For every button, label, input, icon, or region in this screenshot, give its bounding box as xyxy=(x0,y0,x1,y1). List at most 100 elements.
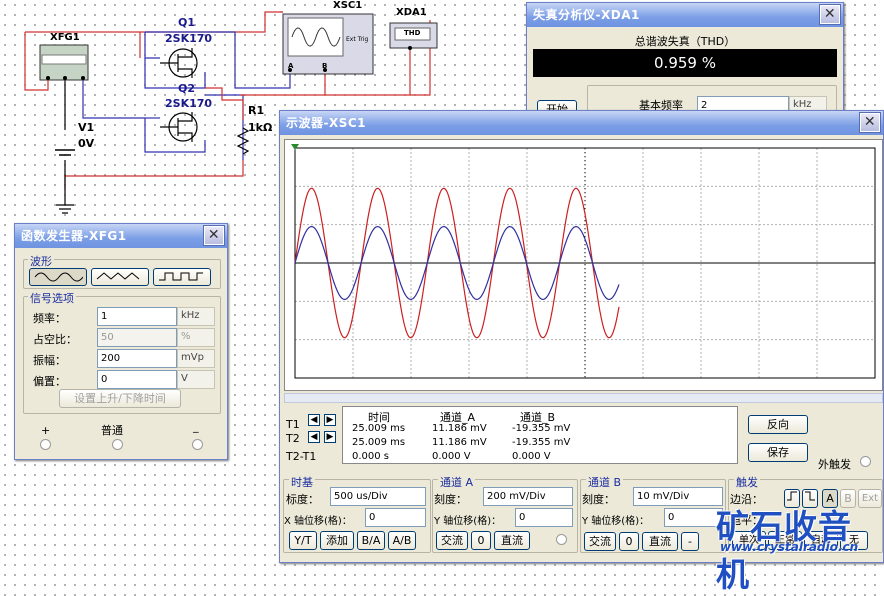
yt-button[interactable]: Y/T xyxy=(289,531,317,550)
ba-button[interactable]: B/A xyxy=(357,531,385,550)
xsc1-label: XSC1 xyxy=(333,0,363,11)
channel-a-ypos-label: Y 轴位移(格)： xyxy=(434,516,502,527)
readout-cell: 0.000 V xyxy=(432,451,471,462)
x-position-label: X 轴位移(格)： xyxy=(284,516,352,527)
q2-ref: Q2 xyxy=(178,82,196,95)
watermark-url: www.crystalradio.cn xyxy=(720,540,859,554)
funcgen-title-bar[interactable]: 函数发生器-XFG1 ✕ xyxy=(15,224,227,248)
funcgen-title: 函数发生器-XFG1 xyxy=(21,229,127,243)
channel-b-minus-button[interactable]: - xyxy=(681,532,699,551)
minus-terminal[interactable] xyxy=(192,439,203,450)
plus-terminal[interactable] xyxy=(40,439,51,450)
thd-display: 0.959 % xyxy=(533,49,837,77)
ext-trigger-terminal[interactable] xyxy=(860,456,871,467)
close-icon[interactable]: ✕ xyxy=(859,112,881,133)
offset-input[interactable]: 0 xyxy=(97,370,177,389)
distortion-title-bar[interactable]: 失真分析仪-XDA1 ✕ xyxy=(527,3,843,27)
readout-cell: 11.186 mV xyxy=(432,437,487,448)
xfg1-label: XFG1 xyxy=(50,32,80,43)
oscilloscope-window[interactable]: 示波器-XSC1 ✕ T1 T2 T2-T1 ◀ ▶ ◀ ▶ 时间 通道_A 通… xyxy=(279,110,884,563)
thd-label: 总谐波失真（THD） xyxy=(634,35,736,48)
t1-right-arrow[interactable]: ▶ xyxy=(324,414,336,426)
function-generator-window[interactable]: 函数发生器-XFG1 ✕ 波形 信号选项 频率： 1 kHz 占空比： 50 %… xyxy=(14,223,228,460)
channel-b-dc-button[interactable]: 直流 xyxy=(642,532,678,551)
channel-b-scale-input[interactable]: 10 mV/Div xyxy=(633,487,723,506)
timebase-scale-label: 标度： xyxy=(286,493,319,506)
q2-model: 2SK170 xyxy=(165,97,213,110)
sine-wave-button[interactable] xyxy=(29,268,87,286)
freq-input[interactable]: 1 xyxy=(97,307,177,326)
channel-b-ypos-input[interactable]: 0 xyxy=(664,508,723,527)
distortion-title: 失真分析仪-XDA1 xyxy=(533,8,640,22)
duty-unit: % xyxy=(177,328,215,347)
channel-b-ac-button[interactable]: 交流 xyxy=(584,532,616,551)
t2t1-label: T2-T1 xyxy=(286,450,317,463)
square-wave-button[interactable] xyxy=(153,268,211,286)
sine-wave-icon xyxy=(34,272,84,282)
xda1-chip-label: THD xyxy=(404,29,421,37)
waveform-group-title: 波形 xyxy=(28,253,54,269)
scope-plot xyxy=(291,144,876,379)
channel-a-scale-input[interactable]: 200 mV/Div xyxy=(483,487,573,506)
add-button[interactable]: 添加 xyxy=(320,531,354,550)
channel-a-zero-button[interactable]: 0 xyxy=(471,531,491,550)
x-position-input[interactable]: 0 xyxy=(365,508,426,527)
distortion-analyzer-window[interactable]: 失真分析仪-XDA1 ✕ 总谐波失真（THD） 0.959 % 开始 基本频率 … xyxy=(526,2,844,119)
t1-label: T1 xyxy=(286,418,300,431)
readout-cell: 11.186 mV xyxy=(432,423,487,434)
trigger-title: 触发 xyxy=(734,474,760,490)
reverse-button[interactable]: 反向 xyxy=(748,415,808,434)
channel-a-title: 通道 A xyxy=(438,474,476,490)
scope-a-terminal: A xyxy=(288,62,294,70)
timebase-scale-input[interactable]: 500 us/Div xyxy=(330,487,426,506)
amp-label: 振幅： xyxy=(33,354,66,367)
signal-options-title: 信号选项 xyxy=(28,290,76,306)
t2-right-arrow[interactable]: ▶ xyxy=(324,431,336,443)
t1-left-arrow[interactable]: ◀ xyxy=(308,414,320,426)
readout-cell: 25.009 ms xyxy=(352,437,406,448)
offset-label: 偏置： xyxy=(33,375,66,388)
scope-screen[interactable] xyxy=(284,139,883,391)
channel-b-title: 通道 B xyxy=(586,474,624,490)
readout-cell: 25.009 ms xyxy=(352,423,406,434)
v1-value: 0V xyxy=(78,137,95,150)
ab-button[interactable]: A/B xyxy=(388,531,416,550)
r1-ref: R1 xyxy=(248,104,265,117)
readout-cell: 0.000 s xyxy=(352,451,390,462)
scope-b-terminal: B xyxy=(322,62,328,70)
triangle-wave-button[interactable] xyxy=(91,268,149,286)
channel-a-terminal[interactable] xyxy=(556,534,567,545)
duty-input[interactable]: 50 xyxy=(97,328,177,347)
readout-cell: -19.355 mV xyxy=(512,423,571,434)
q1-model: 2SK170 xyxy=(165,32,213,45)
save-button[interactable]: 保存 xyxy=(748,443,808,462)
common-terminal[interactable] xyxy=(112,439,123,450)
ext-trigger-label: 外触发 xyxy=(818,458,851,471)
rise-fall-button[interactable]: 设置上升/下降时间 xyxy=(59,389,181,408)
v1-ref: V1 xyxy=(78,121,95,134)
channel-a-ypos-input[interactable]: 0 xyxy=(515,508,573,527)
channel-a-ac-button[interactable]: 交流 xyxy=(436,531,468,550)
triangle-wave-icon xyxy=(96,272,140,280)
offset-unit[interactable]: V xyxy=(177,370,215,389)
plus-terminal-label: + xyxy=(41,424,51,437)
readout-cell: -19.355 mV xyxy=(512,437,571,448)
minus-terminal-label: _ xyxy=(193,420,199,433)
channel-b-zero-button[interactable]: 0 xyxy=(619,532,639,551)
close-icon[interactable]: ✕ xyxy=(203,225,225,246)
close-icon[interactable]: ✕ xyxy=(819,4,841,25)
common-terminal-label: 普通 xyxy=(101,424,123,437)
channel-b-scale-label: 刻度： xyxy=(582,493,615,506)
timebase-title: 时基 xyxy=(289,474,315,490)
amp-unit[interactable]: mVp xyxy=(177,349,215,368)
scope-scrollbar[interactable] xyxy=(284,393,883,403)
scope-title-bar[interactable]: 示波器-XSC1 ✕ xyxy=(280,111,883,135)
freq-label: 频率： xyxy=(33,312,66,325)
t2-left-arrow[interactable]: ◀ xyxy=(308,431,320,443)
amp-input[interactable]: 200 xyxy=(97,349,177,368)
square-wave-icon xyxy=(159,272,203,281)
channel-b-ypos-label: Y 轴位移(格)： xyxy=(582,516,650,527)
ext-trig-label: Ext Trig xyxy=(346,36,369,43)
channel-a-dc-button[interactable]: 直流 xyxy=(494,531,530,550)
freq-unit[interactable]: kHz xyxy=(177,307,215,326)
